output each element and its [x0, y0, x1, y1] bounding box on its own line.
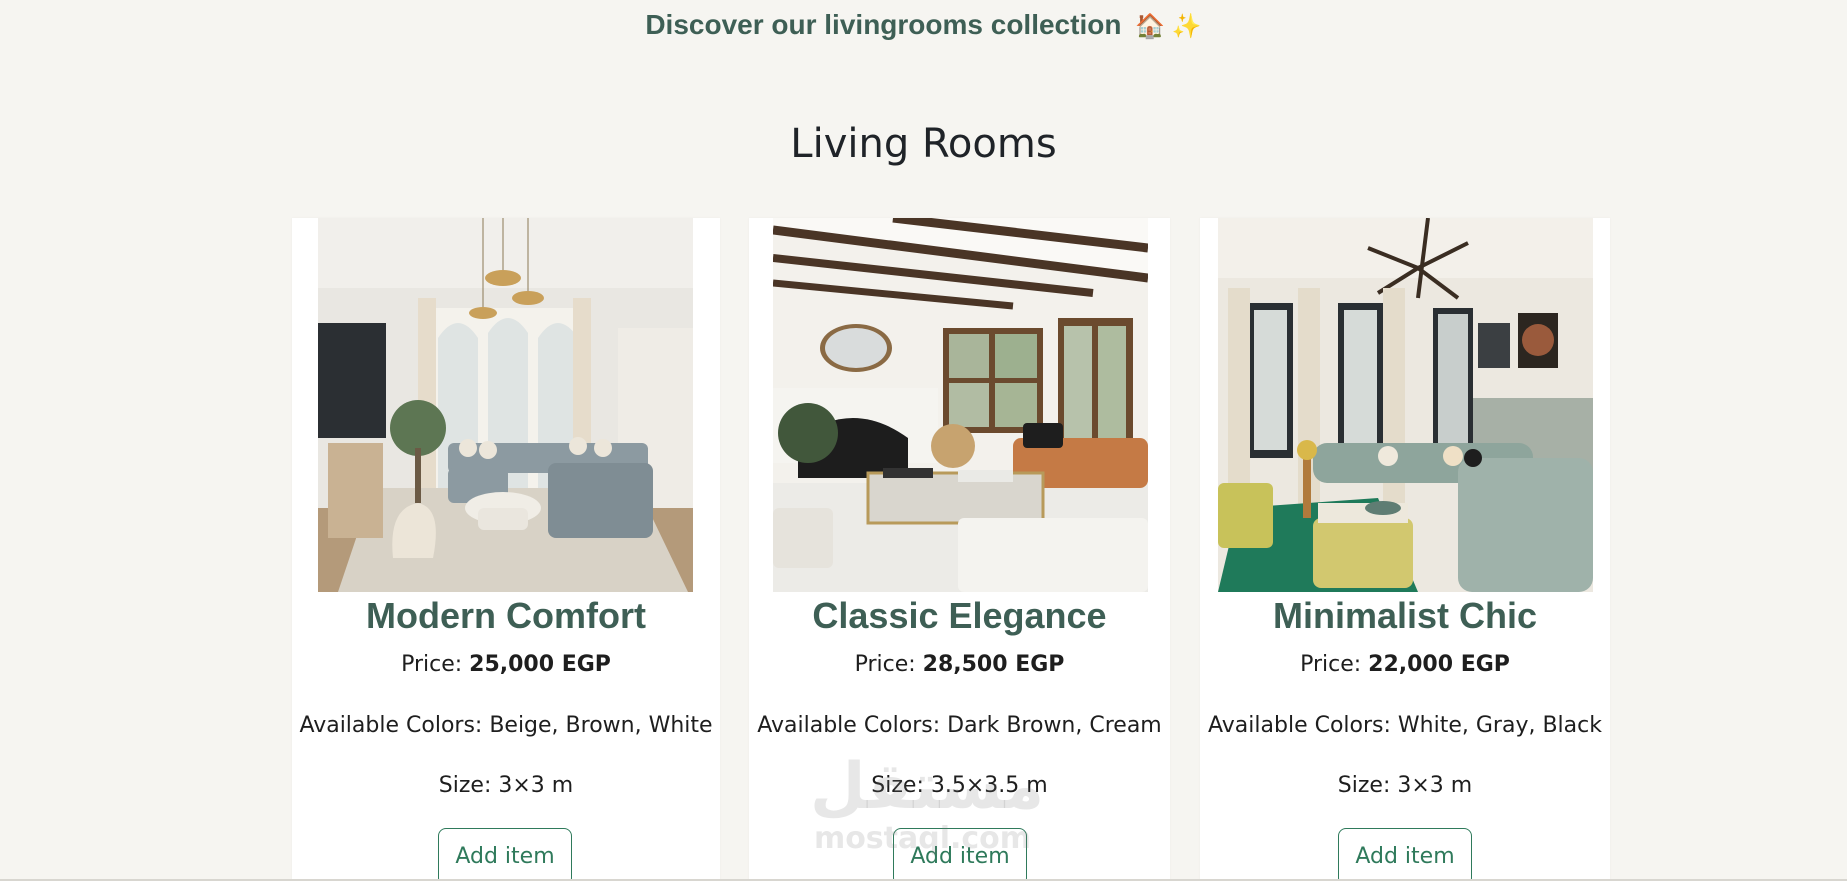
product-size: Size: 3.5×3.5 m [871, 773, 1048, 798]
product-size: Size: 3×3 m [1337, 773, 1473, 798]
product-colors: Available Colors: Dark Brown, Cream [757, 713, 1162, 738]
product-name: Modern Comfort [366, 595, 646, 636]
product-price: Price: 28,500 EGP [749, 650, 1170, 680]
product-card: Classic Elegance Price: 28,500 EGP Avail… [749, 218, 1170, 881]
price-value: 28,500 EGP [922, 652, 1065, 677]
price-value: 25,000 EGP [469, 652, 611, 677]
add-item-button[interactable]: Add item [893, 828, 1027, 881]
product-colors: Available Colors: White, Gray, Black [1208, 713, 1602, 738]
product-image [773, 218, 1148, 592]
minimalist-living-room-image [1218, 218, 1593, 592]
modern-living-room-image [318, 218, 693, 592]
price-label: Price: [401, 652, 463, 677]
product-price: Price: 22,000 EGP [1200, 650, 1610, 680]
classic-living-room-image [773, 218, 1148, 592]
price-label: Price: [854, 652, 916, 677]
product-image [318, 218, 693, 592]
add-item-button[interactable]: Add item [1338, 828, 1472, 881]
product-colors: Available Colors: Beige, Brown, White [299, 713, 713, 738]
product-image [1218, 218, 1593, 592]
product-card: Minimalist Chic Price: 22,000 EGP Availa… [1200, 218, 1610, 881]
product-grid: Modern Comfort Price: 25,000 EGP Availab… [0, 218, 1847, 881]
page: Discover our livingrooms collection 🏠 ✨ … [0, 0, 1847, 881]
add-item-button[interactable]: Add item [438, 828, 572, 881]
banner-text: Discover our livingrooms collection [645, 9, 1122, 40]
product-size: Size: 3×3 m [438, 773, 574, 798]
product-price: Price: 25,000 EGP [292, 650, 720, 680]
product-name: Classic Elegance [812, 595, 1107, 636]
house-sparkles-emoji: 🏠 ✨ [1135, 13, 1202, 40]
section-title: Living Rooms [790, 121, 1057, 167]
product-card: Modern Comfort Price: 25,000 EGP Availab… [292, 218, 720, 881]
collection-banner: Discover our livingrooms collection 🏠 ✨ [0, 6, 1847, 46]
price-label: Price: [1300, 652, 1362, 677]
product-name: Minimalist Chic [1272, 595, 1538, 636]
price-value: 22,000 EGP [1368, 652, 1510, 677]
